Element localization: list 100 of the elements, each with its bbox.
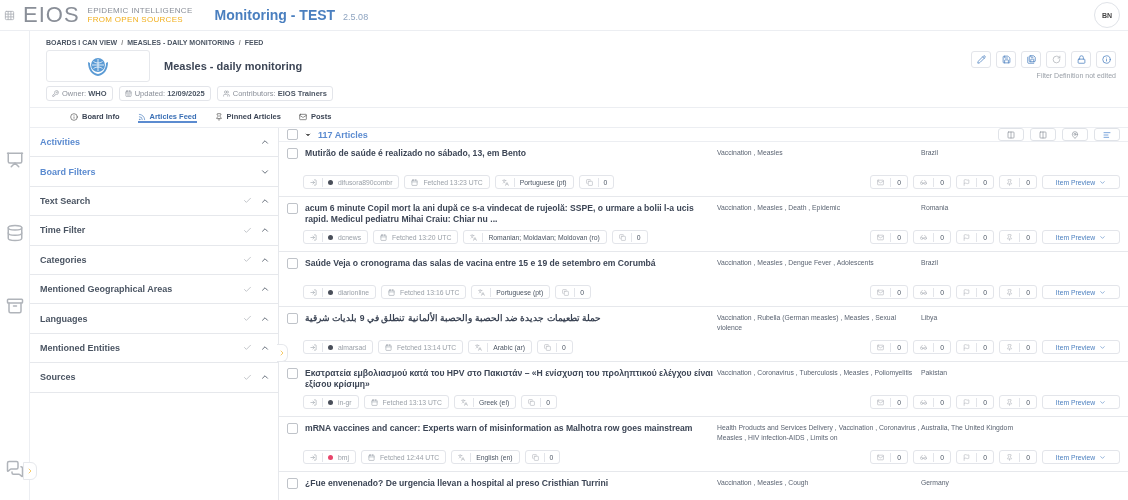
row-checkbox[interactable] bbox=[287, 258, 298, 269]
filter-header[interactable]: Mentioned Geographical Areas bbox=[30, 274, 278, 305]
flag-icon bbox=[963, 343, 970, 351]
rss-icon bbox=[137, 112, 146, 121]
copy-icon bbox=[562, 288, 570, 296]
version-label: 2.5.08 bbox=[343, 11, 369, 22]
pin-icon bbox=[1006, 398, 1013, 406]
article-title[interactable]: acum 6 minute Copil mort la ani după ce s-a vindecat de rujeolă: SSPE, o urmare a bolii l-a ucis rapid. Medicul pediatru Mihai Craiu: Chiar nu ... bbox=[305, 203, 717, 225]
article-title[interactable]: Εκστρατεία εμβολιασμού κατά του HPV στο Πακιστάν – «Η ενίσχυση του προληπτικού ελέγχου είναι εξίσου κρίσιμη» bbox=[305, 368, 717, 390]
language-icon bbox=[478, 288, 486, 296]
glasses-icon bbox=[920, 398, 927, 406]
info-icon bbox=[70, 112, 78, 121]
language-icon bbox=[475, 343, 483, 351]
row-checkbox[interactable] bbox=[287, 148, 298, 159]
collapse-toggle[interactable] bbox=[277, 344, 288, 362]
article-count: 117 Articles bbox=[318, 129, 368, 140]
article-title[interactable]: mRNA vaccines and cancer: Experts warn of misinformation as Malhotra row goes mainstream bbox=[305, 423, 693, 434]
mail-icon bbox=[877, 233, 884, 241]
columns-icon bbox=[1007, 130, 1015, 139]
copy-icon bbox=[528, 398, 536, 406]
view-button[interactable] bbox=[1030, 128, 1056, 141]
pin-icon bbox=[1006, 178, 1013, 186]
expand-toggle[interactable] bbox=[23, 462, 37, 480]
row-checkbox[interactable] bbox=[287, 423, 298, 434]
source-icon bbox=[310, 233, 317, 241]
glasses-icon bbox=[920, 343, 927, 351]
select-all-checkbox[interactable] bbox=[287, 129, 298, 140]
filter-header[interactable]: Board Filters bbox=[30, 157, 278, 187]
mail-icon bbox=[877, 288, 884, 296]
calendar-icon bbox=[370, 398, 378, 406]
edit-button[interactable] bbox=[971, 51, 991, 68]
source-icon bbox=[310, 343, 317, 351]
article-title[interactable]: Saúde Veja o cronograma das salas de vacina entre 15 e 19 de setembro em Corumbá bbox=[305, 258, 656, 269]
map-pin-icon bbox=[1071, 130, 1079, 139]
chevron-right-icon bbox=[278, 349, 286, 357]
chat-icon[interactable] bbox=[5, 460, 24, 478]
database-icon[interactable] bbox=[5, 224, 24, 242]
pin-icon bbox=[214, 112, 223, 121]
flag-icon bbox=[963, 288, 970, 296]
filter-header[interactable]: Text Search bbox=[30, 186, 278, 217]
chevron-down-icon bbox=[1099, 288, 1107, 296]
filter-header[interactable]: Categories bbox=[30, 245, 278, 275]
source-icon bbox=[310, 398, 317, 406]
save-button[interactable] bbox=[996, 51, 1016, 68]
calendar-icon bbox=[124, 90, 132, 97]
filter-header[interactable]: Activities bbox=[30, 128, 278, 158]
language-icon bbox=[470, 233, 478, 241]
article-title[interactable]: حملة تطعيمات جديدة ضد الحصبة والحصبة الألمانية تنطلق في 9 بلديات شرقية bbox=[305, 313, 602, 324]
lock-icon bbox=[1076, 55, 1086, 64]
pin-icon bbox=[1006, 233, 1013, 241]
key-icon bbox=[52, 90, 59, 97]
glasses-icon bbox=[920, 288, 927, 296]
article-title[interactable]: Mutirão de saúde é realizado no sábado, 13, em Bento bbox=[305, 148, 527, 159]
reset-button[interactable] bbox=[1046, 51, 1066, 68]
pencil-icon bbox=[976, 55, 986, 64]
language-icon bbox=[458, 453, 466, 461]
filter-header[interactable]: Time Filter bbox=[30, 216, 278, 246]
lock-button[interactable] bbox=[1071, 51, 1091, 68]
article-title[interactable]: ¿Fue envenenado? De urgencia llevan a hospital al preso Cristhian Turrini bbox=[305, 478, 609, 489]
app-title: Monitoring - TEST bbox=[214, 7, 336, 23]
list-icon bbox=[1103, 130, 1111, 139]
view-button[interactable] bbox=[1062, 128, 1088, 141]
apps-grid-icon[interactable] bbox=[4, 9, 15, 21]
pin-icon bbox=[1006, 288, 1013, 296]
view-button[interactable] bbox=[1094, 128, 1120, 141]
calendar-icon bbox=[380, 233, 388, 241]
mail-icon bbox=[877, 453, 884, 461]
row-checkbox[interactable] bbox=[287, 478, 298, 489]
filter-header[interactable]: Sources bbox=[30, 363, 278, 393]
calendar-icon bbox=[388, 288, 395, 296]
chevron-down-icon bbox=[1099, 453, 1107, 461]
pin-icon bbox=[1006, 453, 1013, 461]
chevron-down-icon bbox=[1099, 398, 1107, 406]
logo-text: EIOS bbox=[23, 4, 80, 26]
row-checkbox[interactable] bbox=[287, 313, 298, 324]
board-title: Measles - daily monitoring bbox=[164, 60, 303, 72]
filter-label: Text Search bbox=[40, 195, 92, 206]
chevron-down-icon bbox=[1099, 233, 1107, 241]
filter-label: Mentioned Geographical Areas bbox=[40, 284, 174, 295]
view-button[interactable] bbox=[998, 128, 1024, 141]
archive-icon[interactable] bbox=[5, 297, 24, 315]
copy-icon bbox=[544, 343, 552, 351]
info-button[interactable] bbox=[1096, 51, 1116, 68]
presentation-icon[interactable] bbox=[5, 151, 24, 169]
save-as-button[interactable] bbox=[1021, 51, 1041, 68]
flag-icon bbox=[963, 398, 970, 406]
flag-icon bbox=[963, 453, 970, 461]
logo-tagline: EPIDEMIC INTELLIGENCE bbox=[87, 6, 193, 15]
filter-header[interactable]: Languages bbox=[30, 304, 278, 334]
filter-label: Sources bbox=[40, 372, 77, 383]
flag-icon bbox=[963, 233, 970, 241]
filter-label: Activities bbox=[40, 137, 82, 148]
language-icon bbox=[501, 178, 509, 186]
mail-icon bbox=[877, 343, 884, 351]
row-checkbox[interactable] bbox=[287, 203, 298, 214]
save-all-icon bbox=[1026, 55, 1036, 64]
row-checkbox[interactable] bbox=[287, 368, 298, 379]
flag-icon bbox=[963, 178, 970, 186]
mail-icon bbox=[877, 398, 884, 406]
refresh-icon bbox=[1051, 55, 1061, 64]
